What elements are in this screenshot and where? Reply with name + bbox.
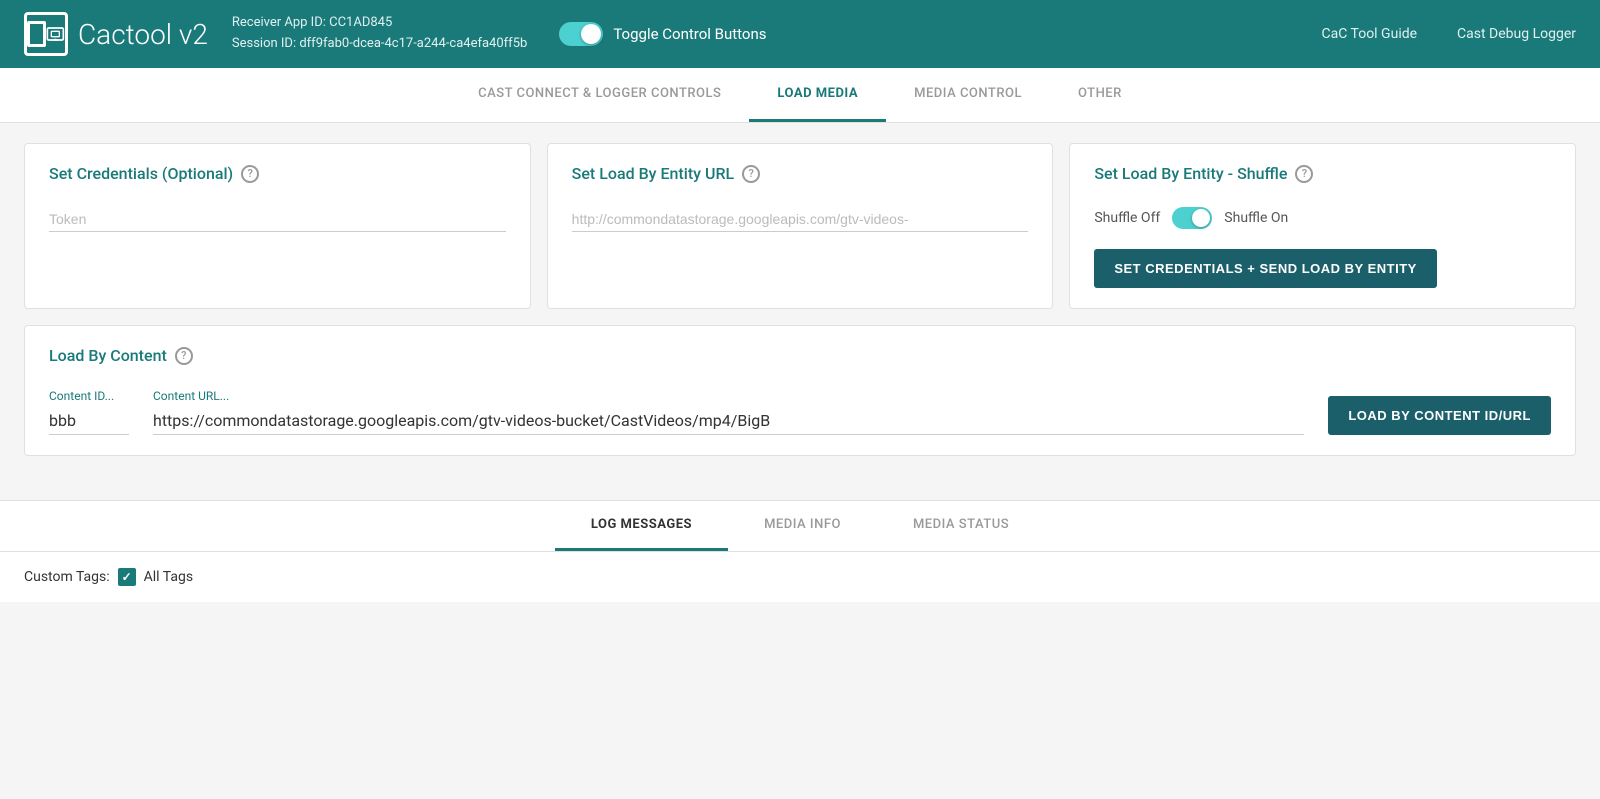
toggle-control-section: Toggle Control Buttons <box>559 22 766 46</box>
load-entity-url-help-icon[interactable]: ? <box>742 165 760 183</box>
toggle-control-label: Toggle Control Buttons <box>613 25 766 43</box>
load-by-content-button[interactable]: LOAD BY CONTENT ID/URL <box>1328 396 1551 435</box>
main-content: Set Credentials (Optional) ? Set Load By… <box>0 123 1600 492</box>
cac-tool-guide-link[interactable]: CaC Tool Guide <box>1322 26 1418 42</box>
tab-media-status[interactable]: MEDIA STATUS <box>877 501 1045 551</box>
shuffle-on-label: Shuffle On <box>1224 210 1288 226</box>
credentials-card: Set Credentials (Optional) ? <box>24 143 531 309</box>
token-input[interactable] <box>49 207 506 232</box>
credentials-card-title: Set Credentials (Optional) ? <box>49 164 506 183</box>
main-navigation: CAST CONNECT & LOGGER CONTROLS LOAD MEDI… <box>0 68 1600 123</box>
tab-media-control[interactable]: MEDIA CONTROL <box>886 68 1050 122</box>
tab-log-messages[interactable]: LOG MESSAGES <box>555 501 728 551</box>
content-id-group: Content ID... bbb <box>49 389 129 435</box>
log-messages-content: Custom Tags: All Tags <box>0 552 1600 602</box>
all-tags-label: All Tags <box>144 569 193 585</box>
load-by-content-title: Load By Content ? <box>49 346 1551 365</box>
load-by-content-card: Load By Content ? Content ID... bbb Cont… <box>24 325 1576 456</box>
app-header: Cactool v2 Receiver App ID: CC1AD845 Ses… <box>0 0 1600 68</box>
load-entity-shuffle-help-icon[interactable]: ? <box>1295 165 1313 183</box>
app-title: Cactool v2 <box>78 18 208 51</box>
load-by-content-help-icon[interactable]: ? <box>175 347 193 365</box>
session-id: Session ID: dff9fab0-dcea-4c17-a244-ca4e… <box>232 34 527 55</box>
credentials-help-icon[interactable]: ? <box>241 165 259 183</box>
bottom-navigation: LOG MESSAGES MEDIA INFO MEDIA STATUS <box>0 501 1600 552</box>
shuffle-toggle-switch[interactable] <box>1172 207 1212 229</box>
shuffle-toggle-row: Shuffle Off Shuffle On <box>1094 207 1551 229</box>
content-id-value[interactable]: bbb <box>49 407 129 435</box>
top-cards-row: Set Credentials (Optional) ? Set Load By… <box>24 143 1576 309</box>
load-entity-url-card: Set Load By Entity URL ? <box>547 143 1054 309</box>
logo-section: Cactool v2 <box>24 12 208 56</box>
bottom-section: LOG MESSAGES MEDIA INFO MEDIA STATUS Cus… <box>0 500 1600 602</box>
content-url-label: Content URL... <box>153 389 1304 403</box>
load-entity-shuffle-card: Set Load By Entity - Shuffle ? Shuffle O… <box>1069 143 1576 309</box>
cast-debug-logger-link[interactable]: Cast Debug Logger <box>1457 26 1576 42</box>
header-links: CaC Tool Guide Cast Debug Logger <box>1322 26 1577 42</box>
all-tags-checkbox[interactable] <box>118 568 136 586</box>
custom-tags-label: Custom Tags: <box>24 569 110 585</box>
load-entity-shuffle-title: Set Load By Entity - Shuffle ? <box>1094 164 1551 183</box>
load-fields-row: Content ID... bbb Content URL... https:/… <box>49 389 1551 435</box>
tab-other[interactable]: OTHER <box>1050 68 1150 122</box>
tab-media-info[interactable]: MEDIA INFO <box>728 501 877 551</box>
tab-cast-connect[interactable]: CAST CONNECT & LOGGER CONTROLS <box>450 68 749 122</box>
shuffle-off-label: Shuffle Off <box>1094 210 1160 226</box>
tab-load-media[interactable]: LOAD MEDIA <box>749 68 886 122</box>
content-url-value[interactable]: https://commondatastorage.googleapis.com… <box>153 407 1304 435</box>
content-id-label: Content ID... <box>49 389 129 403</box>
receiver-id: Receiver App ID: CC1AD845 <box>232 13 527 34</box>
set-credentials-send-load-button[interactable]: SET CREDENTIALS + SEND LOAD BY ENTITY <box>1094 249 1437 288</box>
load-entity-url-title: Set Load By Entity URL ? <box>572 164 1029 183</box>
custom-tags-row: Custom Tags: All Tags <box>24 568 1576 586</box>
session-info: Receiver App ID: CC1AD845 Session ID: df… <box>232 13 527 55</box>
entity-url-input[interactable] <box>572 207 1029 232</box>
content-url-group: Content URL... https://commondatastorage… <box>153 389 1304 435</box>
toggle-control-buttons-switch[interactable] <box>559 22 603 46</box>
cast-logo-icon <box>24 12 68 56</box>
